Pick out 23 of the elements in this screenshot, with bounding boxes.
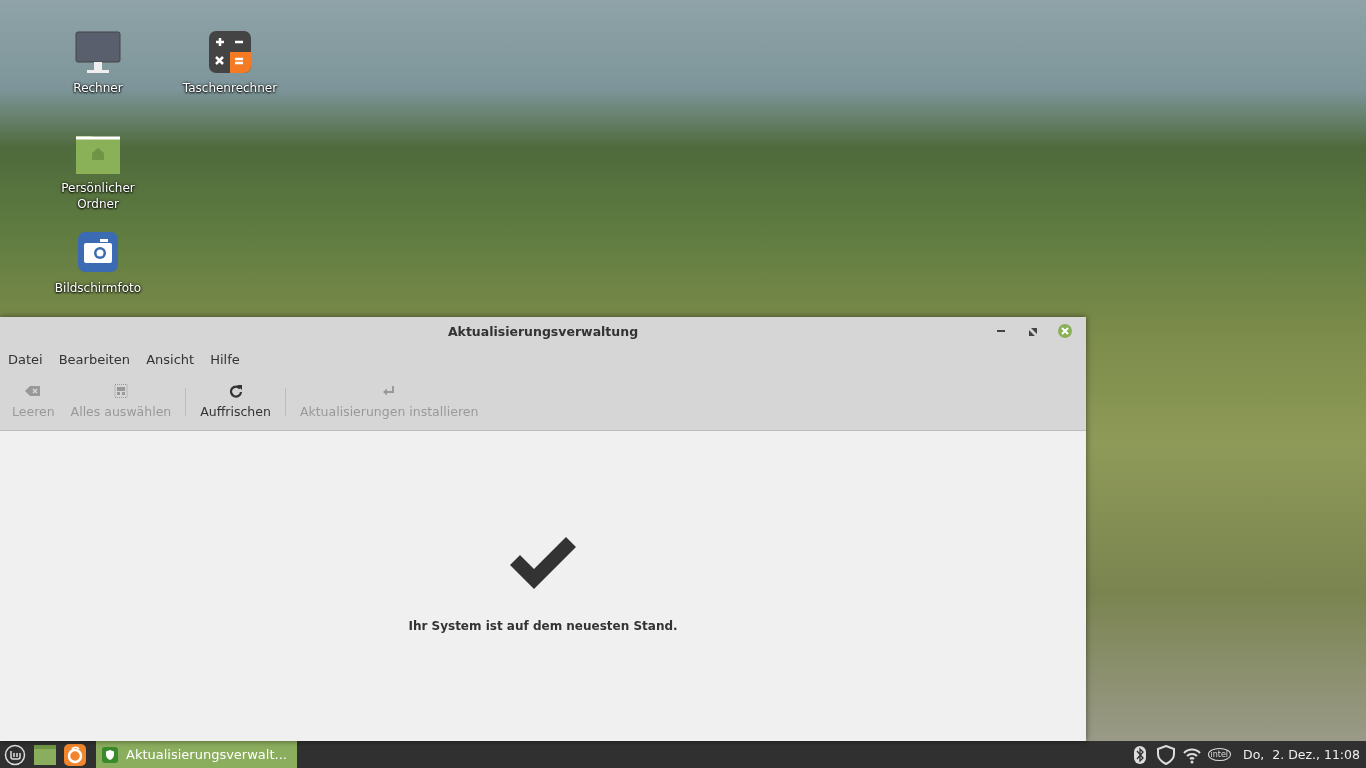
checkmark-icon [508, 535, 578, 591]
menu-item[interactable]: Datei [8, 351, 43, 367]
folder-icon[interactable] [34, 743, 56, 766]
backspace-icon [25, 384, 42, 398]
icon-label: Bildschirmfoto [53, 280, 143, 296]
shield-icon[interactable] [1155, 744, 1176, 765]
clock[interactable]: Do, 2. Dez., 11:08 [1243, 747, 1360, 762]
window-title: Aktualisierungsverwaltung [447, 323, 639, 339]
browser-icon[interactable] [64, 743, 86, 766]
shield-icon [102, 746, 118, 763]
icon-label: Taschenrechner [181, 80, 279, 96]
status-message: Ihr System ist auf dem neuesten Stand. [408, 619, 678, 633]
toolbar-button[interactable]: Auffrischen [192, 384, 279, 419]
menu-item[interactable]: Ansicht [146, 351, 195, 367]
calculator-icon[interactable] [206, 30, 254, 76]
menu-item[interactable]: Bearbeiten [58, 351, 131, 367]
icon-label: Rechner [72, 80, 124, 96]
icon-label: Persönlicher Ordner [60, 180, 136, 212]
monitor-icon[interactable] [74, 30, 122, 76]
refresh-icon [227, 384, 244, 398]
select-all-icon [112, 384, 129, 398]
menu-item[interactable]: Hilfe [210, 351, 240, 367]
menu-logo-icon[interactable] [4, 743, 26, 766]
